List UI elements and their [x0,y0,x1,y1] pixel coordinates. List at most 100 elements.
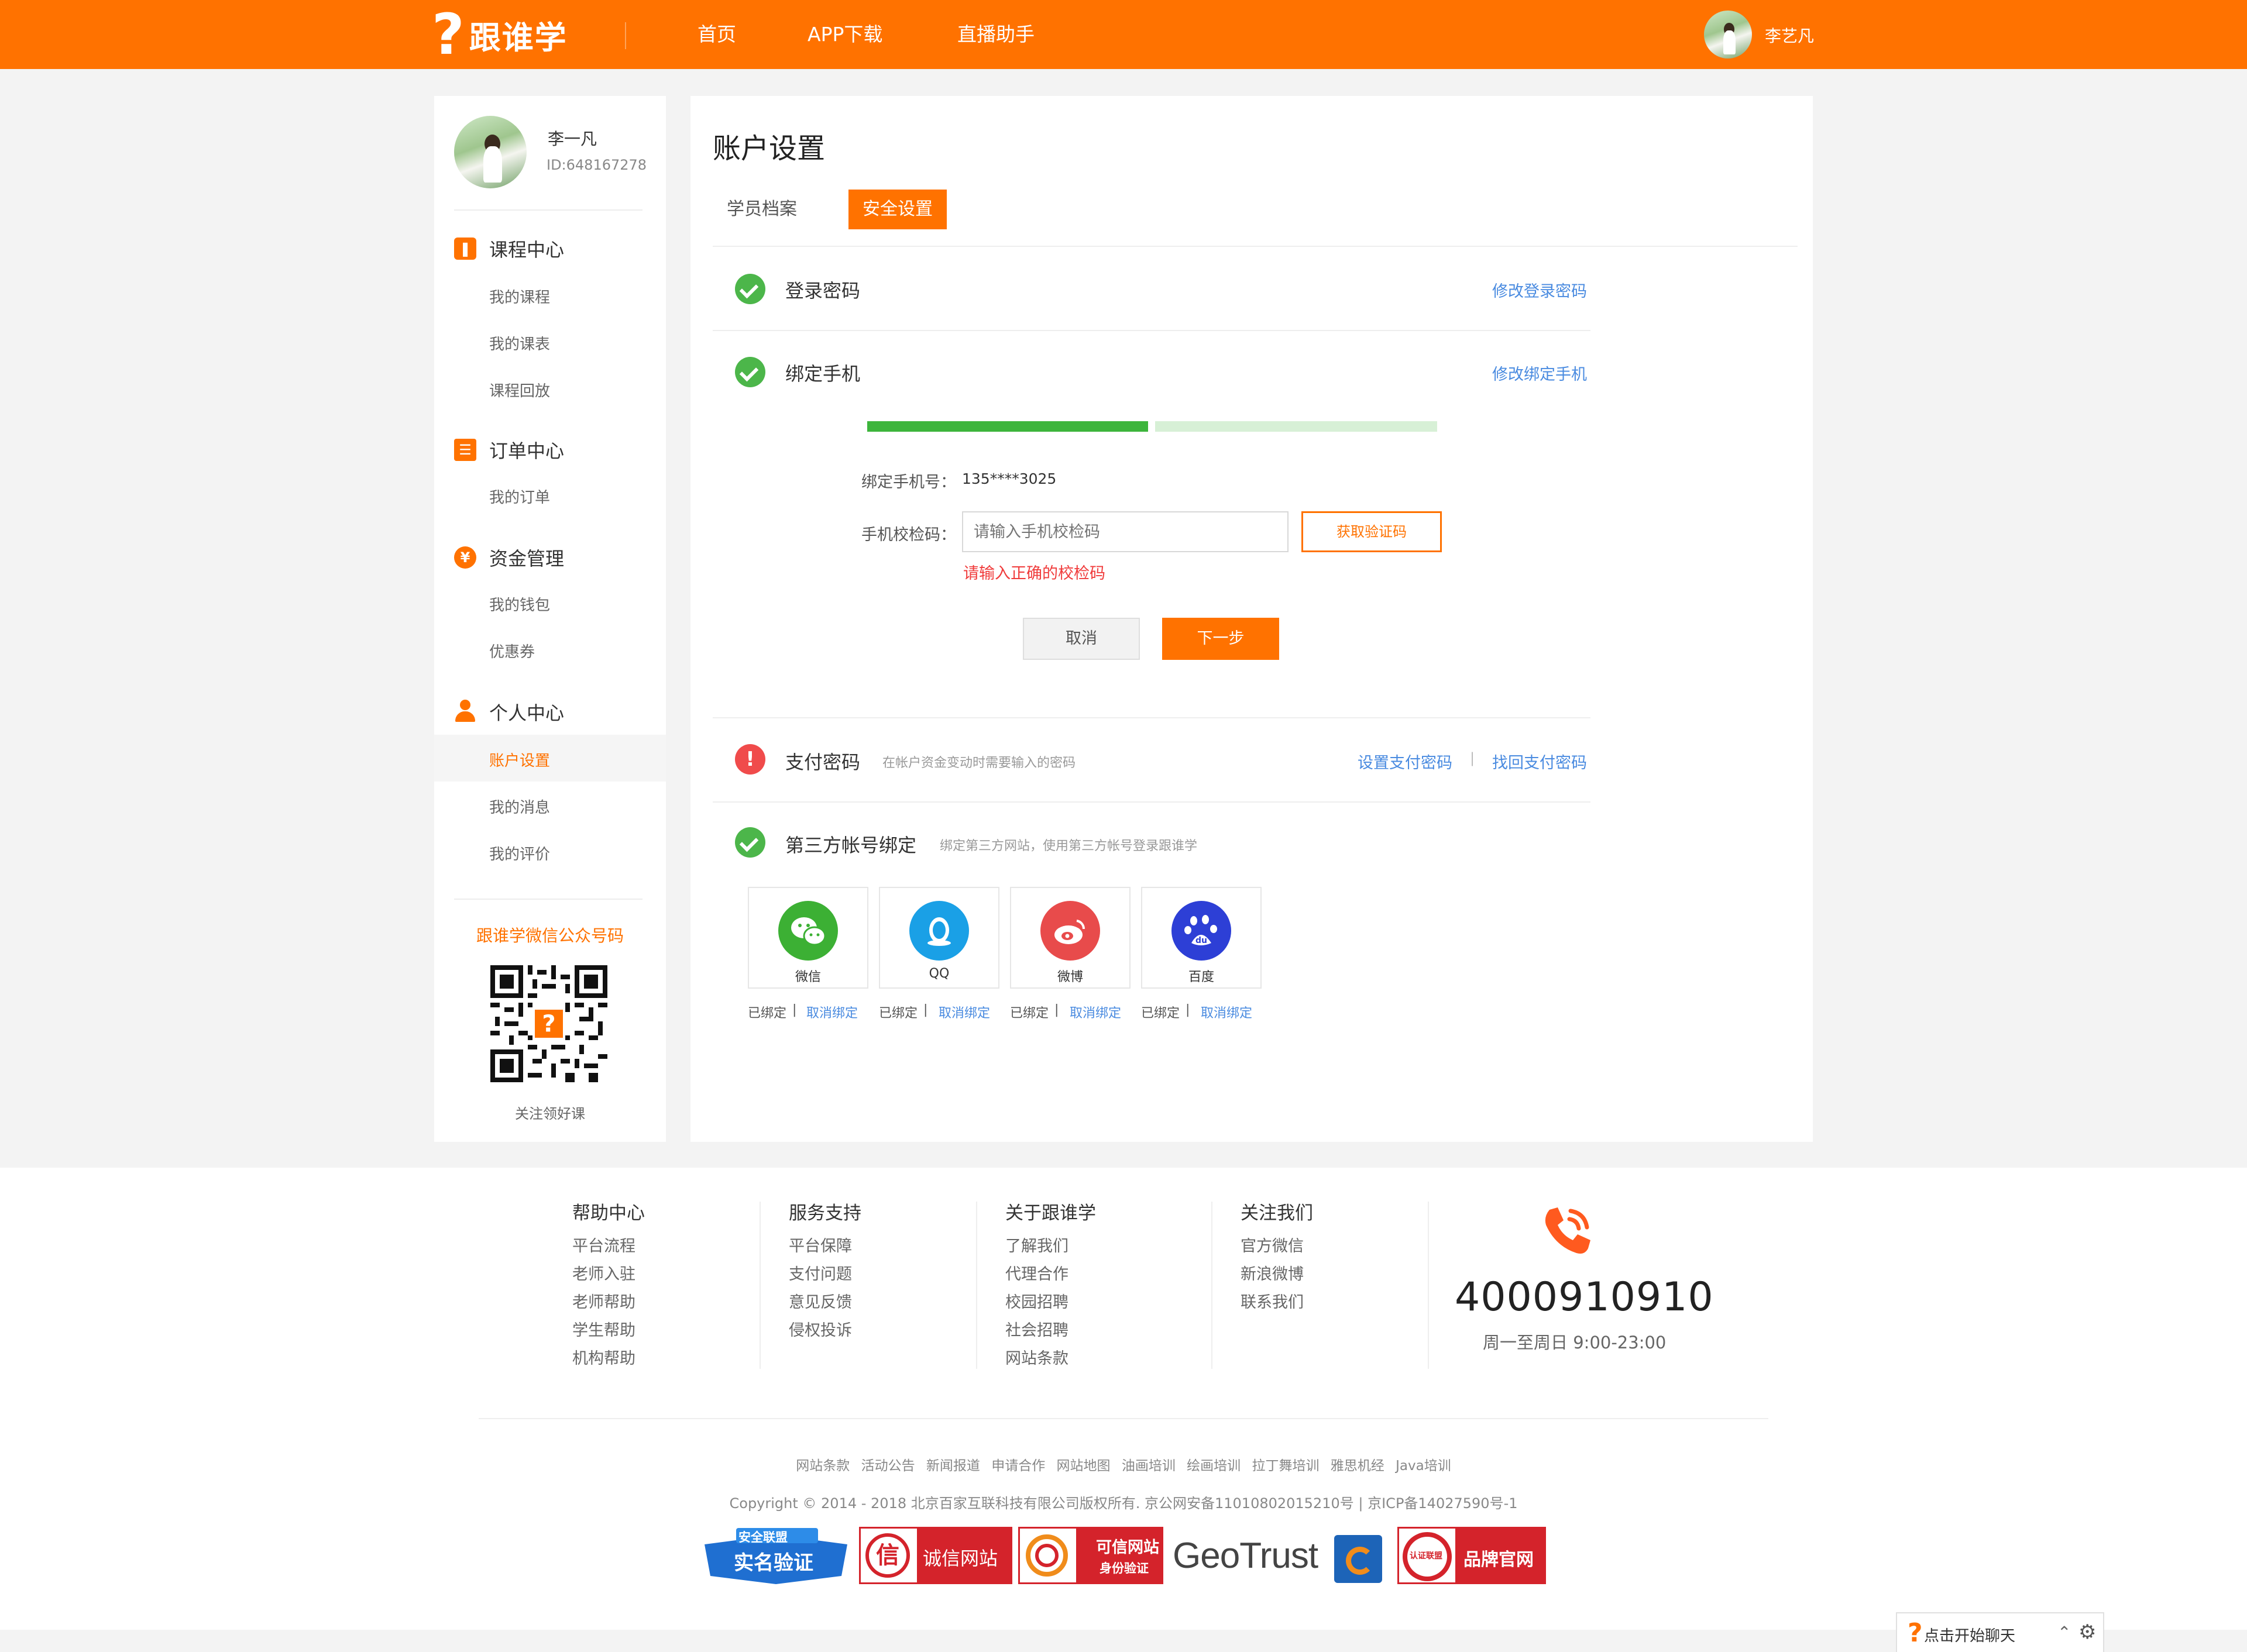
sidebar-item-my-reviews[interactable]: 我的评价 [489,842,550,864]
set-pay-password-link[interactable]: 设置支付密码 [1358,750,1452,773]
nav-home[interactable]: 首页 [698,21,736,48]
kexin-badge[interactable]: 可信网站 身份验证 [1018,1527,1163,1584]
footer-col-title: 帮助中心 [572,1203,645,1224]
footer-link[interactable]: 校园招聘 [1005,1289,1068,1312]
code-label: 手机校检码： [861,526,956,544]
footer-link[interactable]: 社会招聘 [1005,1317,1068,1340]
code-error-message: 请输入正确的校检码 [963,565,1105,583]
sidebar-item-my-orders[interactable]: 我的订单 [489,486,550,507]
gear-icon[interactable]: ⚙ [2078,1620,2096,1644]
baidu-unbind-link[interactable]: 取消绑定 [1201,1003,1252,1021]
badge-label: 可信网站 [1096,1539,1159,1556]
chat-label[interactable]: 点击开始聊天 [1924,1624,2015,1646]
footer-link[interactable]: 新浪微博 [1241,1261,1304,1284]
badge-label: 身份验证 [1100,1562,1149,1575]
sidebar-divider [454,209,643,211]
wechat-card[interactable]: 微信 [748,887,868,989]
svg-text:?: ? [542,1011,555,1038]
change-bind-phone-link[interactable]: 修改绑定手机 [1492,362,1587,384]
footer-bottom-link[interactable]: 油画培训 [1122,1458,1176,1474]
page-title: 账户设置 [713,132,826,165]
third-party-title: 第三方帐号绑定 [785,834,917,856]
wechat-bind-status: 已绑定 [748,1006,787,1021]
footer-bottom-link[interactable]: 网站条款 [796,1458,850,1474]
sidebar-item-coupons[interactable]: 优惠券 [489,640,535,662]
footer-bottom-link[interactable]: Java培训 [1396,1458,1451,1474]
footer-link[interactable]: 支付问题 [789,1261,852,1284]
header-user-name[interactable]: 李艺凡 [1765,23,1814,47]
row-divider [713,330,1590,331]
footer-link[interactable]: 学生帮助 [572,1317,635,1340]
phone-icon [1545,1207,1590,1254]
footer-link[interactable]: 侵权投诉 [789,1317,852,1340]
sidebar-item-account-settings[interactable]: 账户设置 [489,749,550,770]
chevron-up-icon[interactable]: ⌃ [2057,1623,2071,1642]
footer-bottom-link[interactable]: 网站地图 [1057,1458,1111,1474]
footer-bottom-link[interactable]: 绘画培训 [1187,1458,1241,1474]
footer-link[interactable]: 官方微信 [1241,1233,1304,1256]
brand-badge[interactable]: 认证联盟 品牌官网 [1397,1527,1546,1584]
geotrust-badge[interactable]: GeoTrust [1173,1527,1389,1584]
book-icon: ❚ [454,238,476,260]
phone-value: 135****3025 [962,470,1057,487]
footer-bottom-link[interactable]: 活动公告 [861,1458,915,1474]
footer-col-title: 关于跟谁学 [1005,1203,1096,1224]
tab-student-profile[interactable]: 学员档案 [713,190,811,229]
header-avatar[interactable] [1704,11,1752,58]
change-login-password-link[interactable]: 修改登录密码 [1492,278,1587,301]
footer-bottom-links: 网站条款 活动公告 新闻报道 申请合作 网站地图 油画培训 绘画培训 拉丁舞培训… [0,1454,2247,1474]
anquan-badge[interactable]: 安全联盟 实名验证 [701,1527,851,1584]
chat-widget[interactable]: ? 点击开始聊天 ⌃ ⚙ [1896,1612,2104,1652]
link-divider: | [792,1003,797,1017]
verification-code-input[interactable] [962,511,1289,552]
nav-app-download[interactable]: APP下载 [808,21,882,48]
nav-live-assistant[interactable]: 直播助手 [957,21,1035,48]
qq-card[interactable]: QQ [879,887,999,989]
footer-link[interactable]: 网站条款 [1005,1345,1068,1368]
footer-link[interactable]: 平台流程 [572,1233,635,1256]
tabs-divider [713,246,1798,247]
sidebar-section-orders: 订单中心 [489,440,565,462]
tab-security-settings[interactable]: 安全设置 [848,190,947,229]
footer-link[interactable]: 机构帮助 [572,1345,635,1368]
yuan-icon: ¥ [454,546,476,569]
third-party-hint: 绑定第三方网站，使用第三方帐号登录跟谁学 [940,839,1198,853]
footer-bottom-link[interactable]: 拉丁舞培训 [1252,1458,1319,1474]
pay-password-hint: 在帐户资金变动时需要输入的密码 [882,756,1076,770]
profile-avatar[interactable] [454,116,527,188]
sidebar-item-my-schedule[interactable]: 我的课表 [489,332,550,354]
cancel-button[interactable]: 取消 [1023,618,1140,660]
logo-text: 跟谁学 [469,19,568,56]
get-code-button[interactable]: 获取验证码 [1301,511,1442,552]
footer-bottom-link[interactable]: 申请合作 [991,1458,1045,1474]
chengxin-badge[interactable]: 信 诚信网站 [859,1527,1012,1584]
footer-link[interactable]: 联系我们 [1241,1289,1304,1312]
footer-divider [760,1202,761,1369]
next-step-button[interactable]: 下一步 [1162,618,1279,660]
weibo-bind-status: 已绑定 [1010,1006,1049,1021]
footer-bottom-link[interactable]: 新闻报道 [926,1458,980,1474]
sidebar-item-my-wallet[interactable]: 我的钱包 [489,593,550,615]
qr-title: 跟谁学微信公众号码 [476,926,624,945]
weibo-card[interactable]: 微博 [1010,887,1131,989]
footer-bottom-link[interactable]: 雅思机经 [1331,1458,1384,1474]
badge-label: 认证联盟 [1410,1551,1442,1560]
phone-label: 绑定手机号： [861,473,956,491]
footer-link[interactable]: 代理合作 [1005,1261,1068,1284]
baidu-card[interactable]: du 百度 [1141,887,1262,989]
sidebar-item-my-courses[interactable]: 我的课程 [489,285,550,307]
recover-pay-password-link[interactable]: 找回支付密码 [1492,750,1587,773]
footer-link[interactable]: 意见反馈 [789,1289,852,1312]
progress-step-complete [867,421,1148,432]
check-icon [735,357,765,387]
footer-link[interactable]: 老师帮助 [572,1289,635,1312]
footer-link[interactable]: 平台保障 [789,1233,852,1256]
weibo-unbind-link[interactable]: 取消绑定 [1070,1003,1121,1021]
footer-link[interactable]: 老师入驻 [572,1261,635,1284]
qq-unbind-link[interactable]: 取消绑定 [939,1003,990,1021]
wechat-unbind-link[interactable]: 取消绑定 [806,1003,858,1021]
sidebar-item-my-messages[interactable]: 我的消息 [489,796,550,817]
sidebar-item-course-replay[interactable]: 课程回放 [489,379,550,401]
footer-link[interactable]: 了解我们 [1005,1233,1068,1256]
site-logo[interactable]: ? 跟谁学 [432,6,568,63]
